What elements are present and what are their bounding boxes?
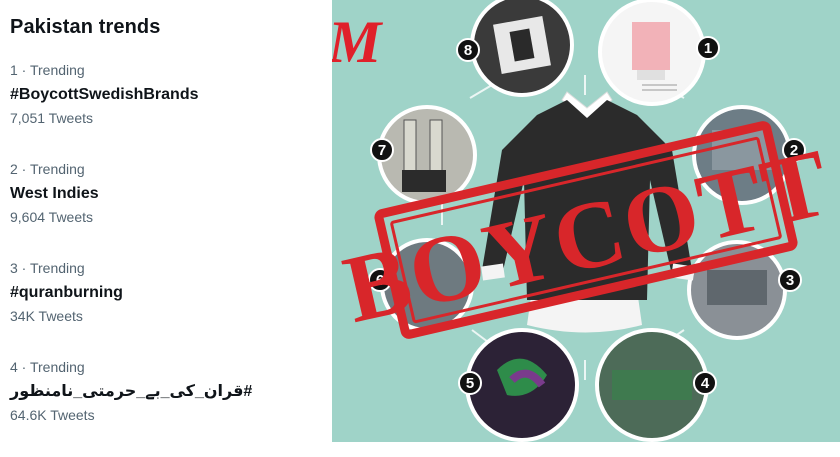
trend-name: #BoycottSwedishBrands [10, 86, 199, 103]
trend-item-2[interactable]: 2 · Trending West Indies 9,604 Tweets [10, 160, 320, 259]
step-photo-5 [465, 328, 579, 442]
step-photo-7 [377, 105, 477, 205]
brand-logo-fragment: M [332, 9, 384, 75]
trend-meta: 2 · Trending [10, 161, 85, 177]
step-badge-8: 8 [456, 38, 480, 62]
trend-item-3[interactable]: 3 · Trending #quranburning 34K Tweets [10, 259, 320, 358]
svg-text:1: 1 [704, 40, 712, 57]
trend-meta: 1 · Trending [10, 62, 85, 78]
step-badge-3: 3 [778, 268, 802, 292]
panel-title: Pakistan trends [10, 16, 161, 38]
trend-count: 64.6K Tweets [10, 407, 95, 423]
step-photo-1 [598, 0, 706, 106]
step-badge-7: 7 [370, 138, 394, 162]
trends-panel: Pakistan trends 1 · Trending #BoycottSwe… [0, 0, 332, 442]
trend-name: #quranburning [10, 284, 123, 301]
svg-text:8: 8 [464, 42, 472, 59]
step-badge-1: 1 [696, 36, 720, 60]
step-photo-4 [595, 328, 709, 442]
trend-item-1[interactable]: 1 · Trending #BoycottSwedishBrands 7,051… [10, 61, 320, 160]
svg-text:7: 7 [378, 142, 386, 159]
trend-count: 9,604 Tweets [10, 209, 94, 225]
trend-count: 7,051 Tweets [10, 110, 94, 126]
trend-name: #قران_کی_بے_حرمتی_نامنظور [10, 383, 253, 400]
trend-meta: 4 · Trending [10, 359, 85, 375]
boycott-image: M 8 1 2 3 4 5 6 7 BOYCOTT [332, 0, 840, 442]
step-badge-4: 4 [693, 371, 717, 395]
svg-text:5: 5 [466, 375, 474, 392]
step-badge-5: 5 [458, 371, 482, 395]
svg-text:3: 3 [786, 272, 794, 289]
step-photo-8 [470, 0, 574, 97]
trend-name: West Indies [10, 185, 99, 202]
trend-meta: 3 · Trending [10, 260, 85, 276]
trend-item-4[interactable]: 4 · Trending #قران_کی_بے_حرمتی_نامنظور 6… [10, 358, 320, 457]
svg-text:4: 4 [701, 375, 710, 392]
trend-count: 34K Tweets [10, 308, 83, 324]
